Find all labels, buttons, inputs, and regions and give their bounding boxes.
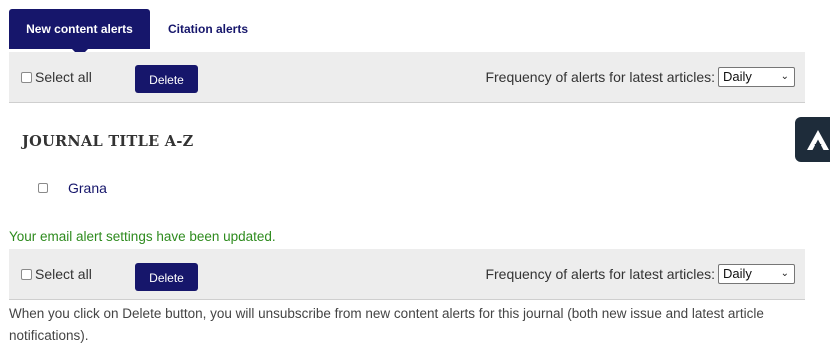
frequency-label: Frequency of alerts for latest articles: — [485, 69, 715, 85]
frequency-value: Daily — [723, 266, 752, 281]
alert-tabs: New content alerts Citation alerts — [9, 9, 262, 57]
frequency-control: Frequency of alerts for latest articles:… — [485, 52, 795, 102]
delete-button[interactable]: Delete — [135, 65, 198, 93]
alerts-toolbar-bottom: Select all Delete Frequency of alerts fo… — [9, 249, 805, 300]
select-all-checkbox[interactable] — [21, 71, 32, 83]
alerts-toolbar-top: Select all Delete Frequency of alerts fo… — [9, 52, 805, 103]
frequency-control: Frequency of alerts for latest articles:… — [485, 249, 795, 299]
status-message: Your email alert settings have been upda… — [9, 229, 276, 244]
select-all-checkbox[interactable] — [21, 268, 32, 280]
tab-label: New content alerts — [26, 22, 133, 36]
select-all-label: Select all — [35, 69, 92, 85]
select-all-label: Select all — [35, 266, 92, 282]
frequency-value: Daily — [723, 69, 752, 84]
frequency-label: Frequency of alerts for latest articles: — [485, 266, 715, 282]
accessibility-logo-icon — [806, 129, 829, 150]
select-all-top[interactable]: Select all — [21, 52, 92, 102]
tab-label: Citation alerts — [168, 22, 249, 36]
tab-new-content-alerts[interactable]: New content alerts — [9, 9, 150, 57]
journal-list-item: Grana — [38, 180, 107, 196]
delete-button[interactable]: Delete — [135, 263, 198, 291]
journal-section-title: JOURNAL TITLE A-Z — [22, 133, 194, 150]
tab-citation-alerts[interactable]: Citation alerts — [150, 9, 262, 49]
chevron-down-icon: ⌄ — [780, 71, 789, 82]
frequency-select[interactable]: Daily ⌄ — [718, 264, 795, 284]
frequency-select[interactable]: Daily ⌄ — [718, 67, 795, 87]
unsubscribe-info: When you click on Delete button, you wil… — [9, 306, 764, 343]
journal-checkbox[interactable] — [38, 183, 48, 193]
select-all-bottom[interactable]: Select all — [21, 249, 92, 299]
accessibility-button[interactable] — [795, 117, 830, 162]
journal-link[interactable]: Grana — [68, 180, 107, 196]
chevron-down-icon: ⌄ — [780, 268, 789, 279]
